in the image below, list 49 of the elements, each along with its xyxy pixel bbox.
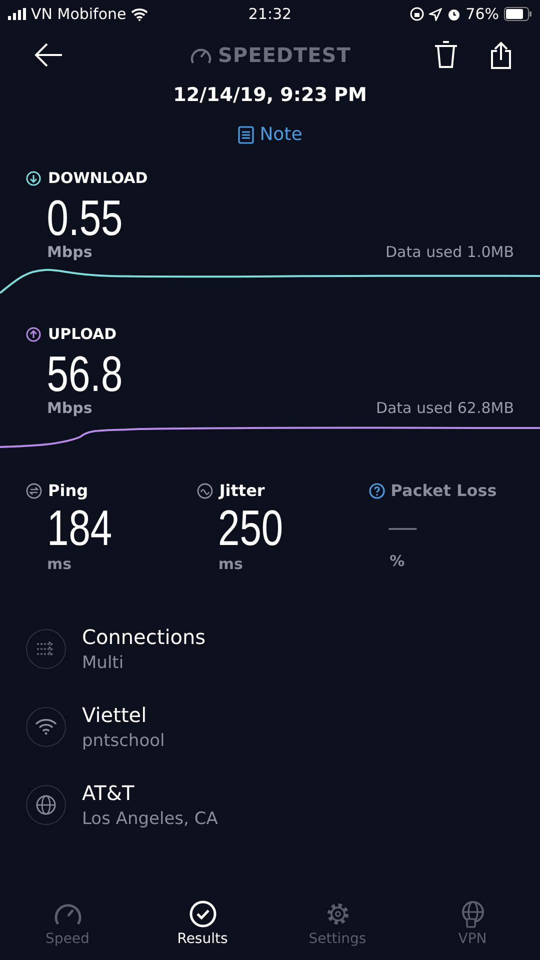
checkmark-icon <box>188 900 218 928</box>
tab-item[interactable]: Settings <box>270 900 405 956</box>
detail-title: Viettel <box>82 702 148 726</box>
signal-icon <box>8 8 26 20</box>
metric-label: Jitter <box>219 481 265 500</box>
alarm-icon <box>446 7 461 21</box>
location-icon <box>428 8 442 20</box>
speed-unit: Mbps <box>47 399 92 417</box>
globe-icon <box>26 784 66 824</box>
wifi-icon <box>131 8 148 20</box>
test-label: UPLOAD <box>48 325 117 343</box>
detail-subtitle: Los Angeles, CA <box>82 808 218 828</box>
metric-unit: ms <box>218 554 243 572</box>
battery-percent: 76% <box>466 5 499 23</box>
connections-icon <box>26 628 66 668</box>
metric-value: — <box>388 510 417 544</box>
speed-value: 56.8 <box>46 349 124 399</box>
ping-icon <box>26 482 42 498</box>
tab-item[interactable]: Speed <box>0 900 135 956</box>
metric-label: Packet Loss <box>390 481 497 500</box>
metric-unit: ms <box>47 554 72 572</box>
tab-item[interactable]: VPN <box>405 900 540 956</box>
result-date: 12/14/19, 9:23 PM <box>172 84 368 106</box>
help-icon <box>368 482 385 498</box>
tab-item[interactable]: Results <box>135 900 270 956</box>
detail-subtitle: Multi <box>82 652 125 672</box>
metric-label: Ping <box>48 481 88 500</box>
metric-unit: % <box>390 552 405 570</box>
speed-unit: Mbps <box>47 243 92 261</box>
note-button[interactable]: Note <box>238 124 302 145</box>
wifi-icon <box>26 706 66 746</box>
data-used: Data used 62.8MB <box>376 399 514 417</box>
detail-title: Connections <box>82 624 206 648</box>
carrier-name: VN Mobifone <box>31 5 126 23</box>
note-icon <box>238 126 254 144</box>
detail-title: AT&T <box>82 780 136 804</box>
data-used: Data used 1.0MB <box>385 243 514 261</box>
metric-value: 250 <box>218 502 284 554</box>
delete-button[interactable] <box>432 39 460 71</box>
test-label: DOWNLOAD <box>48 169 148 187</box>
speed-value: 0.55 <box>46 193 124 243</box>
metric-value: 184 <box>47 502 112 554</box>
status-time: 21:32 <box>247 5 293 23</box>
share-button[interactable] <box>488 39 514 71</box>
rotation-lock-icon <box>410 7 424 21</box>
app-logo-text: SPEEDTEST <box>218 43 351 67</box>
detail-subtitle: pntschool <box>82 730 165 750</box>
jitter-icon <box>197 482 214 498</box>
battery-icon <box>504 7 532 21</box>
